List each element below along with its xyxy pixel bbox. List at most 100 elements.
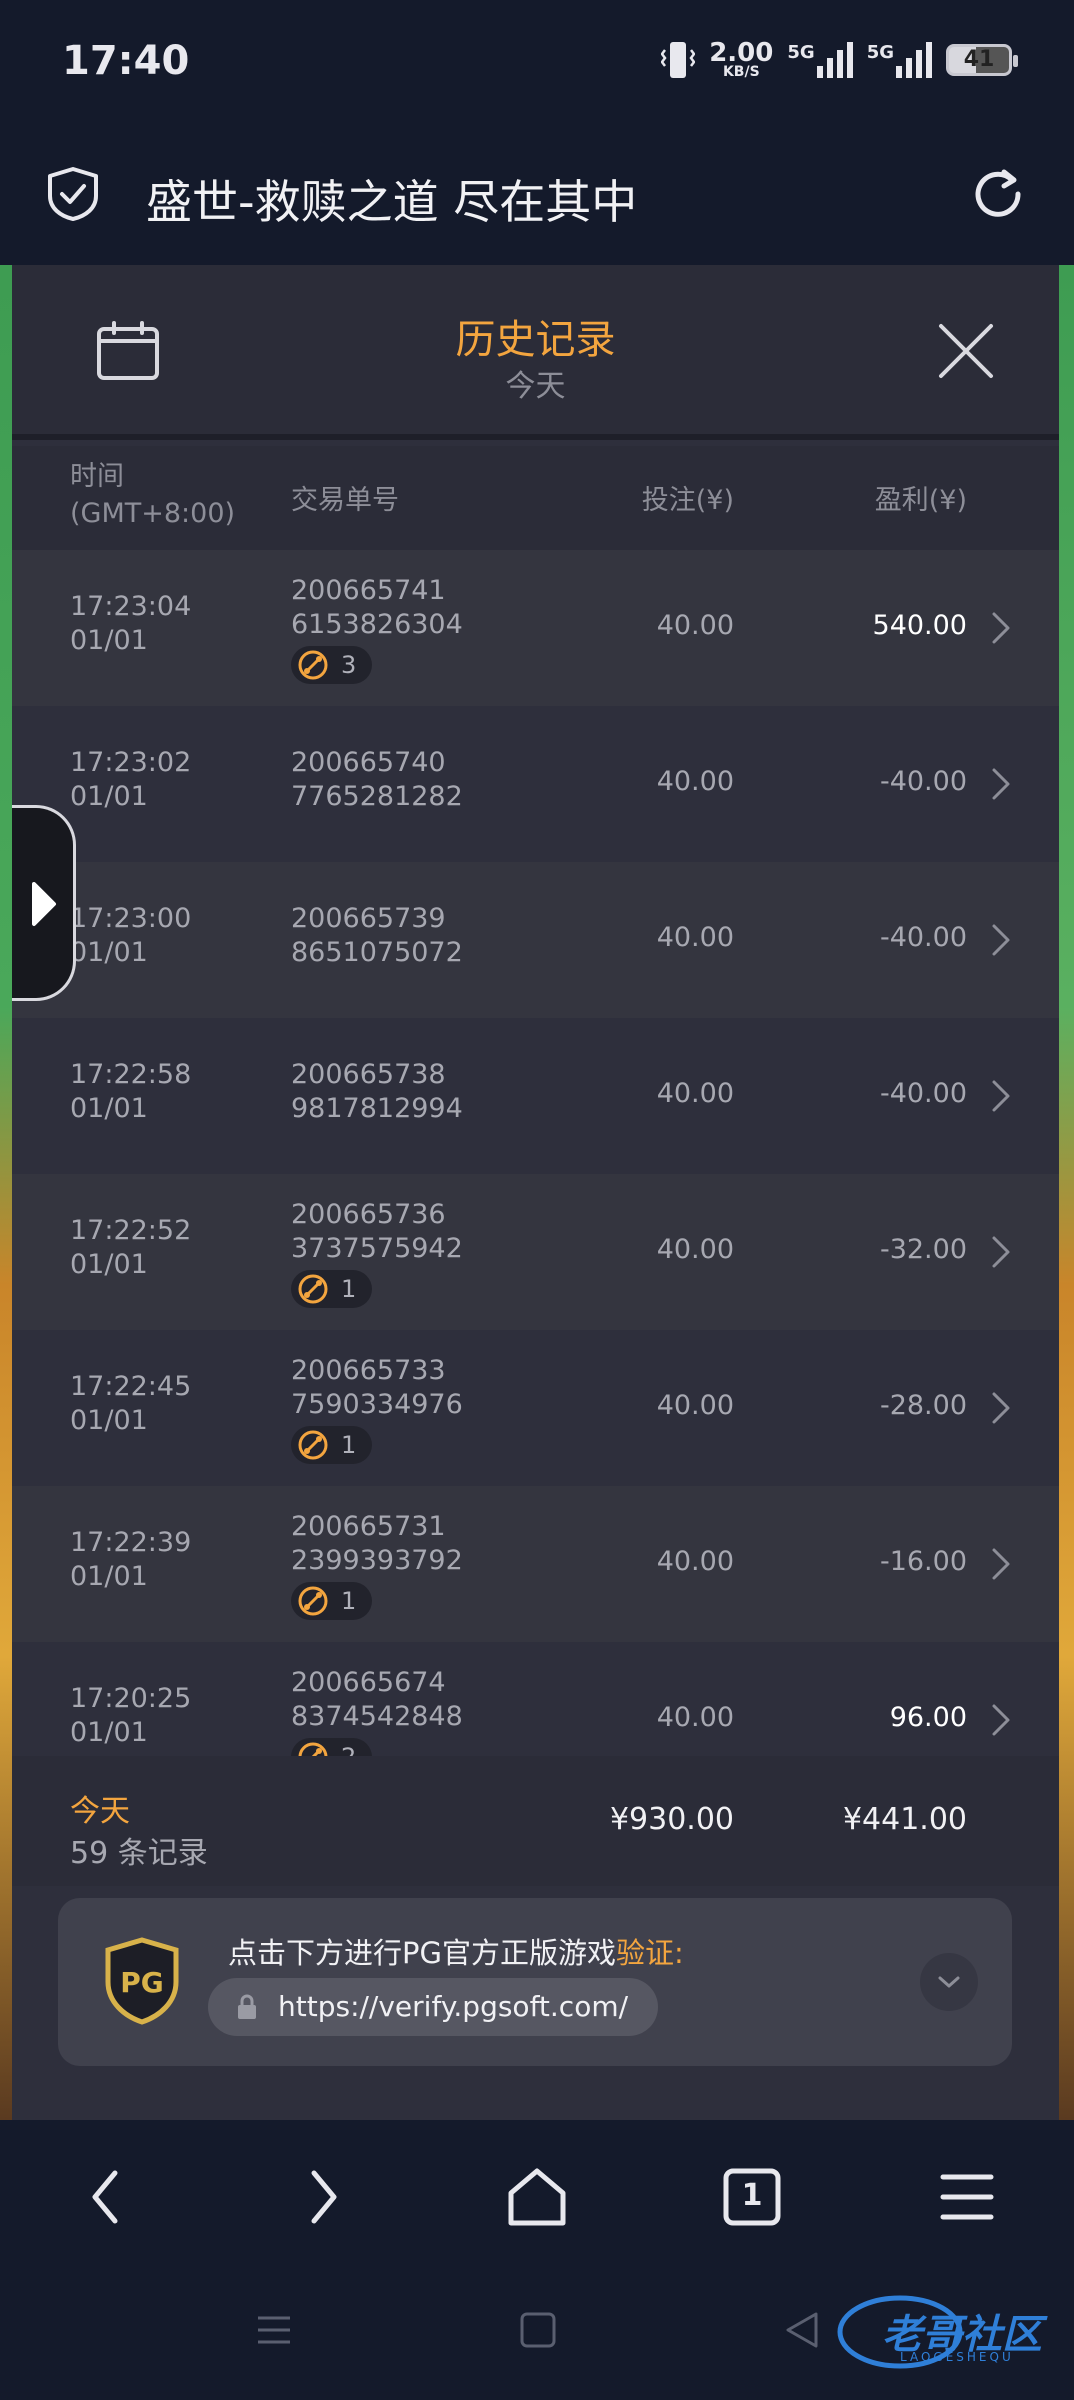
game-background-left (0, 265, 12, 2120)
tab-count: 1 (741, 2178, 763, 2213)
row-order-id-line2: 9817812994 (291, 1093, 463, 1124)
row-profit: -16.00 (879, 1546, 967, 1577)
row-time-cell: 17:23:02 01/01 (70, 746, 191, 814)
row-order-id-line1: 200665736 (291, 1199, 446, 1230)
system-back-icon[interactable] (782, 2310, 822, 2350)
chevron-right-icon (992, 1236, 1010, 1268)
free-spin-count: 1 (341, 1587, 357, 1615)
free-spin-icon (298, 1586, 328, 1616)
chevron-right-icon (992, 924, 1010, 956)
summary-total-profit: ¥441.00 (842, 1802, 967, 1837)
history-row[interactable]: 17:22:39 01/01 200665731 2399393792 1 40.00 -1… (12, 1486, 1059, 1642)
row-order-id-line1: 200665739 (291, 903, 446, 934)
row-order-id-cell: 200665739 8651075072 (291, 902, 463, 970)
home-icon[interactable] (505, 2165, 569, 2229)
forward-icon[interactable] (290, 2165, 354, 2229)
row-date: 01/01 (70, 781, 148, 812)
chevron-right-icon (992, 1548, 1010, 1580)
row-profit: -32.00 (879, 1234, 967, 1265)
chevron-right-icon (992, 768, 1010, 800)
row-order-id-line1: 200665731 (291, 1511, 446, 1542)
row-time: 17:23:00 (70, 903, 192, 934)
history-row[interactable]: 17:22:58 01/01 200665738 9817812994 40.00 -40… (12, 1018, 1059, 1174)
row-bet: 40.00 (656, 922, 734, 953)
row-time: 17:22:58 (70, 1059, 192, 1090)
back-icon[interactable] (75, 2165, 139, 2229)
row-order-id-line2: 2399393792 (291, 1545, 463, 1576)
row-order-id-line2: 3737575942 (291, 1233, 463, 1264)
row-profit: 540.00 (872, 610, 967, 641)
signal-2: 5G (867, 42, 932, 78)
recent-apps-icon[interactable] (254, 2310, 294, 2350)
row-date: 01/01 (70, 1093, 148, 1124)
verify-banner[interactable]: PG 点击下方进行PG官方正版游戏验证: https://verify.pgso… (58, 1898, 1012, 2066)
side-drawer-handle[interactable] (12, 805, 76, 1001)
history-row[interactable]: 17:22:52 01/01 200665736 3737575942 1 40.00 -3… (12, 1174, 1059, 1330)
row-order-id-line2: 7765281282 (291, 781, 463, 812)
col-profit-header: 盈利(¥) (874, 485, 967, 516)
summary-total-bet: ¥930.00 (609, 1802, 734, 1837)
status-icons: 2.00 KB/S 5G 5G 41 (661, 40, 1018, 80)
history-row[interactable]: 17:20:2501/01 2006656748374542848 2 40.00 96… (12, 1642, 1059, 1756)
pg-logo-text: PG (120, 1966, 164, 1999)
history-list: 17:23:04 01/01 200665741 6153826304 3 40.00 54… (12, 550, 1059, 1756)
status-bar: 17:40 2.00 KB/S 5G 5G 41 (0, 0, 1074, 130)
row-date: 01/01 (70, 625, 148, 656)
chevron-right-icon (992, 1704, 1010, 1736)
history-row[interactable]: 17:23:02 01/01 200665740 7765281282 40.00 -40… (12, 706, 1059, 862)
pg-logo-icon: PG (105, 1937, 179, 2025)
row-time-cell: 17:23:04 01/01 (70, 590, 191, 658)
verify-expand-button[interactable] (920, 1953, 978, 2011)
row-time-cell: 17:23:00 01/01 (70, 902, 191, 970)
row-bet: 40.00 (656, 1390, 734, 1421)
history-row[interactable]: 17:22:45 01/01 200665733 7590334976 1 40.00 -2… (12, 1330, 1059, 1486)
tabs-button[interactable]: 1 (720, 2165, 784, 2229)
col-order-id-header: 交易单号 (291, 485, 399, 516)
free-spin-badge: 2 (291, 1738, 373, 1756)
verify-highlight: 验证: (615, 1936, 684, 1970)
verify-message: 点击下方进行PG官方正版游戏 (228, 1936, 616, 1970)
row-time: 17:23:02 (70, 747, 192, 778)
network-type-1: 5G (787, 42, 815, 63)
system-home-icon[interactable] (518, 2310, 558, 2350)
history-row[interactable]: 17:23:04 01/01 200665741 6153826304 3 40.00 54… (12, 550, 1059, 706)
verify-link[interactable]: https://verify.pgsoft.com/ (208, 1978, 659, 2036)
free-spin-badge: 1 (291, 1582, 373, 1620)
history-panel: 历史记录 今天 时间 (GMT+8:00) 交易单号 投注(¥) 盈利(¥) 1… (12, 265, 1059, 2120)
row-bet: 40.00 (656, 766, 734, 797)
row-date: 01/01 (70, 937, 148, 968)
row-order-id-line2: 8651075072 (291, 937, 463, 968)
row-order-id-line2: 8374542848 (291, 1701, 463, 1732)
signal-bars-icon (896, 42, 932, 78)
browser-title-bar: 盛世-救赎之道 尽在其中 (0, 130, 1074, 265)
history-row[interactable]: 17:23:00 01/01 200665739 8651075072 40.00 -40… (12, 862, 1059, 1018)
row-profit: -40.00 (879, 1078, 967, 1109)
reload-icon[interactable] (968, 164, 1028, 224)
row-order-id-line1: 200665733 (291, 1355, 446, 1386)
row-order-id-cell: 2006656748374542848 2 (291, 1666, 463, 1756)
row-time: 17:22:45 (70, 1371, 192, 1402)
row-order-id-line1: 200665740 (291, 747, 446, 778)
page-title: 盛世-救赎之道 尽在其中 (146, 175, 638, 229)
history-title: 历史记录 (455, 317, 616, 363)
free-spin-badge: 1 (291, 1270, 373, 1308)
chevron-right-icon (992, 612, 1010, 644)
row-order-id-line1: 200665674 (291, 1667, 446, 1698)
row-time: 17:23:04 (70, 591, 192, 622)
play-arrow-icon (32, 882, 56, 926)
lock-icon (238, 1994, 256, 2019)
free-spin-count: 1 (341, 1275, 357, 1303)
row-time-cell: 17:22:45 01/01 (70, 1370, 191, 1438)
vibrate-icon (661, 42, 696, 78)
chevron-down-icon (938, 1976, 960, 1988)
security-shield-icon[interactable] (46, 166, 100, 222)
history-date-filter[interactable]: 今天 (12, 361, 1059, 405)
row-time-cell: 17:22:58 01/01 (70, 1058, 191, 1126)
close-icon[interactable] (936, 321, 996, 381)
col-timezone-header: (GMT+8:00) (70, 498, 236, 529)
menu-icon[interactable] (935, 2165, 999, 2229)
row-date: 01/01 (70, 1405, 148, 1436)
chevron-right-icon (992, 1392, 1010, 1424)
free-spin-icon (298, 650, 328, 680)
row-time: 17:22:52 (70, 1215, 192, 1246)
